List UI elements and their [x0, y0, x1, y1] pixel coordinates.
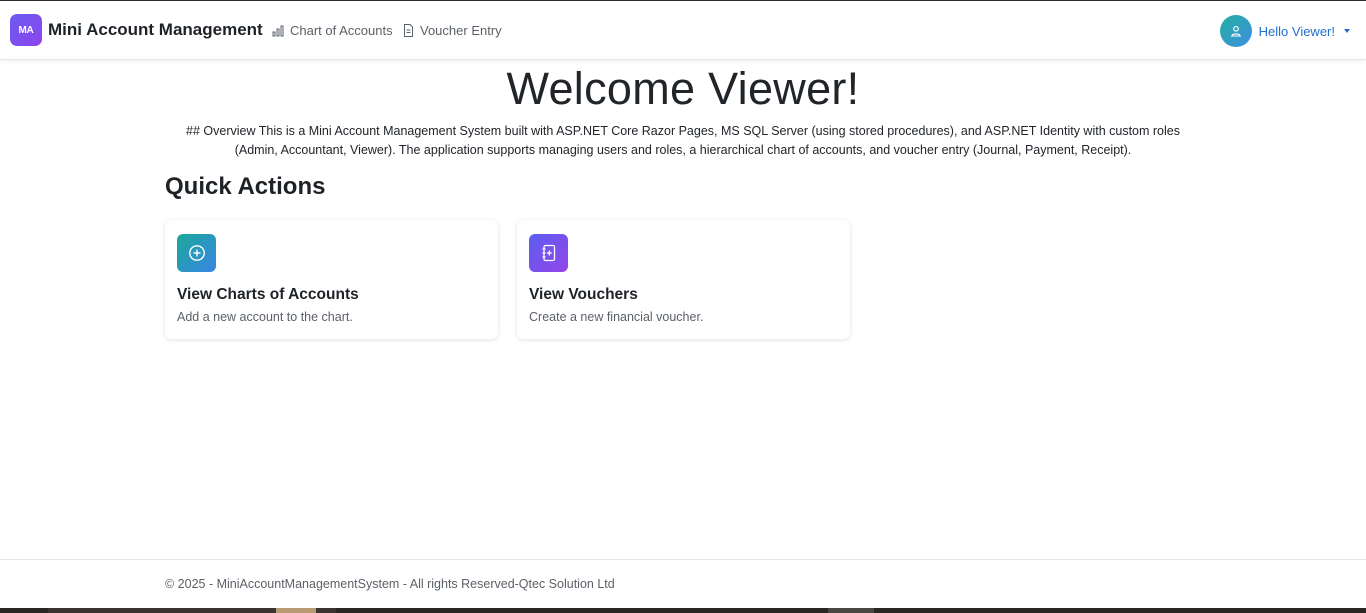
top-navbar: MA Mini Account Management Chart of Acco…	[0, 0, 1366, 60]
nav-chart-of-accounts[interactable]: Chart of Accounts	[272, 23, 393, 38]
taskbar-segment	[828, 608, 874, 613]
avatar	[1219, 15, 1252, 47]
bar-chart-icon	[272, 25, 284, 36]
overview-text: ## Overview This is a Mini Account Manag…	[186, 124, 1180, 157]
card-title: View Charts of Accounts	[177, 286, 359, 303]
document-icon	[404, 24, 413, 37]
card-description: Add a new account to the chart.	[177, 310, 353, 324]
taskbar-segment	[276, 608, 316, 613]
page: MA Mini Account Management Chart of Acco…	[0, 0, 1366, 613]
footer: © 2025 - MiniAccountManagementSystem - A…	[0, 559, 1366, 608]
journal-plus-icon	[529, 234, 568, 272]
page-title: Welcome Viewer!	[506, 63, 860, 114]
card-view-charts-of-accounts[interactable]: View Charts of Accounts Add a new accoun…	[165, 220, 498, 339]
brand[interactable]: MA Mini Account Management	[10, 14, 263, 46]
nav-chart-of-accounts-label: Chart of Accounts	[290, 23, 393, 38]
section-title: Quick Actions	[165, 173, 326, 200]
caret-down-icon	[1344, 29, 1350, 33]
user-dropdown[interactable]: Hello Viewer!	[1219, 15, 1350, 47]
brand-name: Mini Account Management	[48, 20, 263, 39]
user-icon	[1230, 25, 1241, 37]
plus-circle-icon	[177, 234, 216, 272]
nav-voucher-entry-label: Voucher Entry	[420, 23, 502, 38]
nav-voucher-entry[interactable]: Voucher Entry	[403, 23, 502, 38]
card-description: Create a new financial voucher.	[529, 310, 704, 324]
footer-copyright: © 2025 - MiniAccountManagementSystem - A…	[165, 577, 615, 591]
taskbar-strip	[0, 608, 1366, 613]
brand-logo: MA	[10, 14, 42, 46]
card-title: View Vouchers	[529, 286, 638, 303]
user-greeting: Hello Viewer!	[1258, 23, 1335, 39]
card-view-vouchers[interactable]: View Vouchers Create a new financial vou…	[517, 220, 850, 339]
